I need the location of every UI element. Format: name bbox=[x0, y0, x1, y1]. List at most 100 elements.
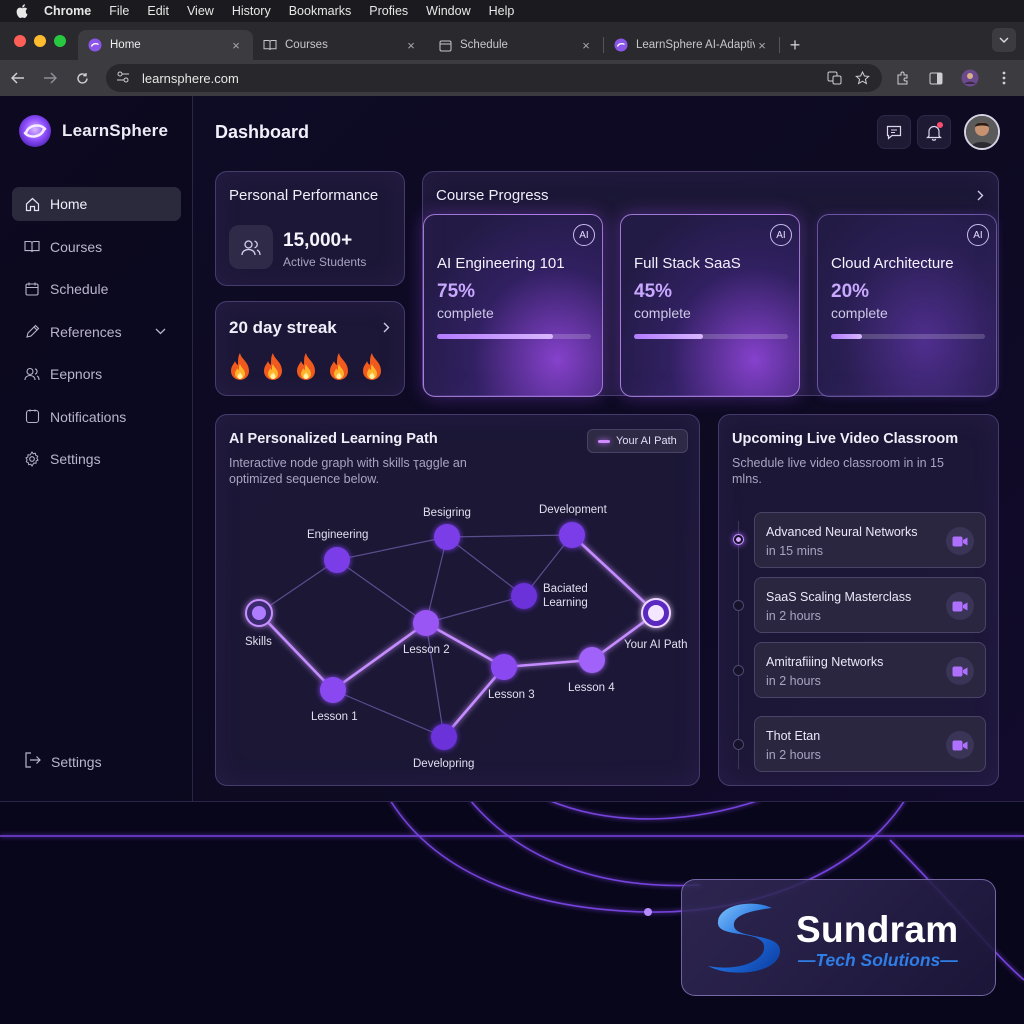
session-item[interactable]: Thot Etan in 2 hours bbox=[754, 716, 986, 772]
notification-dot bbox=[937, 122, 943, 128]
address-bar[interactable]: learnsphere.com bbox=[106, 64, 882, 92]
sidebar-item-home[interactable]: Home bbox=[12, 187, 181, 221]
sidebar-bottom-label: Settings bbox=[51, 753, 102, 770]
back-button[interactable] bbox=[4, 64, 32, 92]
tab-close-icon[interactable]: × bbox=[579, 38, 593, 53]
url-text[interactable]: learnsphere.com bbox=[142, 71, 816, 86]
learning-path-description: Interactive node graph with skills ҭaggl… bbox=[229, 456, 467, 486]
menu-chrome[interactable]: Chrome bbox=[44, 4, 91, 18]
node-besigring[interactable] bbox=[434, 524, 460, 550]
more-menu-icon[interactable] bbox=[990, 64, 1018, 92]
messages-button[interactable] bbox=[877, 115, 911, 149]
chevron-down-icon[interactable] bbox=[155, 326, 167, 338]
menu-profiles[interactable]: Profies bbox=[369, 4, 408, 18]
tab-label: LearnSphere AI-Adaptive bbox=[636, 39, 755, 51]
chevron-right-icon[interactable] bbox=[383, 320, 390, 338]
sidebar-item-references[interactable]: References bbox=[12, 315, 181, 349]
sidebar-nav: Home Courses Schedule References Eepnors bbox=[12, 187, 181, 485]
course-card-full-stack-saas[interactable]: AI Full Stack SaaS 45% complete bbox=[620, 214, 800, 397]
your-ai-path-legend[interactable]: Your AI Path bbox=[587, 429, 688, 453]
translate-icon[interactable] bbox=[824, 68, 844, 88]
bell-square-icon bbox=[24, 409, 40, 425]
brand[interactable]: LearnSphere bbox=[18, 114, 168, 148]
notifications-button[interactable] bbox=[917, 115, 951, 149]
sidebar-item-courses[interactable]: Courses bbox=[12, 230, 181, 264]
brand-name: LearnSphere bbox=[62, 121, 169, 140]
timeline-dot bbox=[733, 739, 744, 750]
tab-home[interactable]: Home × bbox=[78, 30, 253, 60]
course-name: Cloud Architecture bbox=[831, 255, 954, 272]
menu-bookmarks[interactable]: Bookmarks bbox=[289, 4, 352, 18]
node-engineering[interactable] bbox=[324, 547, 350, 573]
session-time: in 2 hours bbox=[766, 748, 821, 762]
profile-avatar-icon[interactable] bbox=[956, 64, 984, 92]
session-item[interactable]: Advanced Neural Networks in 15 mins bbox=[754, 512, 986, 568]
course-complete-label: complete bbox=[634, 305, 691, 321]
browser-toolbar: learnsphere.com bbox=[0, 60, 1024, 96]
page-title: Dashboard bbox=[215, 122, 310, 142]
streak-card[interactable]: 20 day streak bbox=[215, 301, 405, 396]
legend-label: Your AI Path bbox=[616, 435, 677, 447]
node-developring[interactable] bbox=[431, 724, 457, 750]
sidebar-item-schedule[interactable]: Schedule bbox=[12, 272, 181, 306]
chevron-right-icon[interactable] bbox=[977, 188, 984, 206]
tab-label: Courses bbox=[285, 39, 328, 51]
tab-close-icon[interactable]: × bbox=[404, 38, 418, 53]
video-camera-icon[interactable] bbox=[946, 657, 974, 685]
video-camera-icon[interactable] bbox=[946, 527, 974, 555]
maximize-window-button[interactable] bbox=[54, 35, 66, 47]
node-label: Lesson 3 bbox=[488, 689, 535, 701]
node-development[interactable] bbox=[559, 522, 585, 548]
tab-close-icon[interactable]: × bbox=[755, 38, 769, 53]
menu-file[interactable]: File bbox=[109, 4, 129, 18]
sidebar-item-notifications[interactable]: Notifications bbox=[12, 400, 181, 434]
minimize-window-button[interactable] bbox=[34, 35, 46, 47]
session-item[interactable]: SaaS Scaling Masterclass in 2 hours bbox=[754, 577, 986, 633]
user-avatar[interactable] bbox=[964, 114, 1000, 150]
node-skills-core bbox=[252, 606, 266, 620]
site-settings-icon[interactable] bbox=[116, 71, 130, 86]
node-lesson-4[interactable] bbox=[579, 647, 605, 673]
course-complete-label: complete bbox=[831, 305, 888, 321]
node-lesson-2[interactable] bbox=[413, 610, 439, 636]
tab-schedule[interactable]: Schedule × bbox=[428, 30, 603, 60]
side-panel-icon[interactable] bbox=[922, 64, 950, 92]
new-tab-button[interactable]: + bbox=[780, 30, 810, 60]
apple-icon[interactable] bbox=[14, 0, 30, 22]
progress-bar bbox=[437, 334, 591, 339]
tab-close-icon[interactable]: × bbox=[229, 38, 243, 53]
calendar-icon bbox=[24, 281, 40, 297]
node-baciated-learning[interactable] bbox=[511, 583, 537, 609]
menu-edit[interactable]: Edit bbox=[147, 4, 169, 18]
session-name: Amitrafiiing Networks bbox=[766, 655, 884, 669]
node-lesson-1[interactable] bbox=[320, 677, 346, 703]
video-camera-icon[interactable] bbox=[946, 592, 974, 620]
node-lesson-3[interactable] bbox=[491, 654, 517, 680]
menu-help[interactable]: Help bbox=[489, 4, 515, 18]
tab-search-button[interactable] bbox=[992, 28, 1016, 52]
course-card-cloud-architecture[interactable]: AI Cloud Architecture 20% complete bbox=[817, 214, 997, 397]
menu-view[interactable]: View bbox=[187, 4, 214, 18]
course-card-ai-engineering[interactable]: AI AI Engineering 101 75% complete bbox=[423, 214, 603, 397]
sidebar-bottom-settings[interactable]: Settings bbox=[24, 752, 102, 771]
sidebar-item-label: Home bbox=[50, 196, 88, 212]
forward-button[interactable] bbox=[36, 64, 64, 92]
node-label: Lesson 1 bbox=[311, 711, 358, 723]
progress-bar bbox=[831, 334, 985, 339]
extensions-icon[interactable] bbox=[888, 64, 916, 92]
video-camera-icon[interactable] bbox=[946, 731, 974, 759]
tab-learnsphere-adaptive[interactable]: LearnSphere AI-Adaptive × bbox=[604, 30, 779, 60]
tab-courses[interactable]: Courses × bbox=[253, 30, 428, 60]
learning-path-title: AI Personalized Learning Path bbox=[229, 431, 438, 447]
flame-icon bbox=[297, 353, 315, 380]
bookmark-star-icon[interactable] bbox=[852, 68, 872, 88]
sidebar-item-eepnors[interactable]: Eepnors bbox=[12, 357, 181, 391]
menu-history[interactable]: History bbox=[232, 4, 271, 18]
timeline-line bbox=[738, 521, 739, 769]
sidebar-item-settings[interactable]: Settings bbox=[12, 442, 181, 476]
menu-window[interactable]: Window bbox=[426, 4, 470, 18]
close-window-button[interactable] bbox=[14, 35, 26, 47]
reload-button[interactable] bbox=[68, 64, 96, 92]
session-item[interactable]: Amitrafiiing Networks in 2 hours bbox=[754, 642, 986, 698]
sidebar-item-label: Courses bbox=[50, 238, 103, 255]
